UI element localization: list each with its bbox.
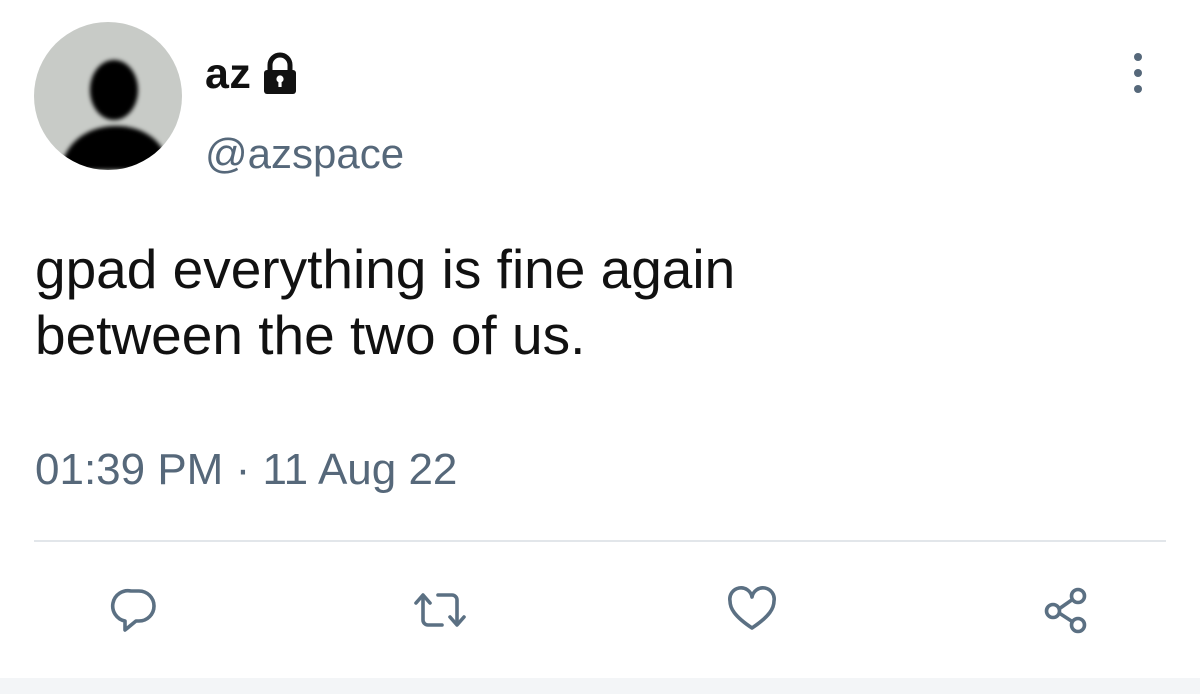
- user-handle[interactable]: @azspace: [205, 133, 404, 175]
- lock-icon: [261, 52, 299, 96]
- more-options-button[interactable]: [1118, 48, 1158, 98]
- tweet-time: 01:39 PM: [35, 445, 224, 494]
- bottom-edge: [0, 678, 1200, 694]
- avatar[interactable]: [34, 22, 182, 170]
- heart-icon: [728, 586, 776, 630]
- retweet-icon: [414, 593, 466, 627]
- tweet-date: 11 Aug 22: [262, 445, 458, 494]
- divider: [34, 540, 1166, 542]
- retweet-button[interactable]: [410, 580, 470, 640]
- meta-separator: ·: [235, 445, 251, 494]
- reply-button[interactable]: [105, 580, 165, 640]
- like-button[interactable]: [722, 580, 782, 640]
- more-vertical-icon: [1134, 53, 1142, 93]
- tweet-timestamp: 01:39 PM · 11 Aug 22: [35, 448, 457, 492]
- share-button[interactable]: [1036, 580, 1096, 640]
- reply-icon: [110, 588, 156, 632]
- share-icon: [1044, 587, 1087, 634]
- default-avatar-icon: [60, 60, 170, 170]
- tweet-card: az @azspace gpad everything is fine agai…: [0, 0, 1200, 694]
- display-name[interactable]: az: [205, 52, 251, 96]
- author-name-row: az: [205, 44, 299, 104]
- tweet-text: gpad everything is fine again between th…: [35, 238, 736, 366]
